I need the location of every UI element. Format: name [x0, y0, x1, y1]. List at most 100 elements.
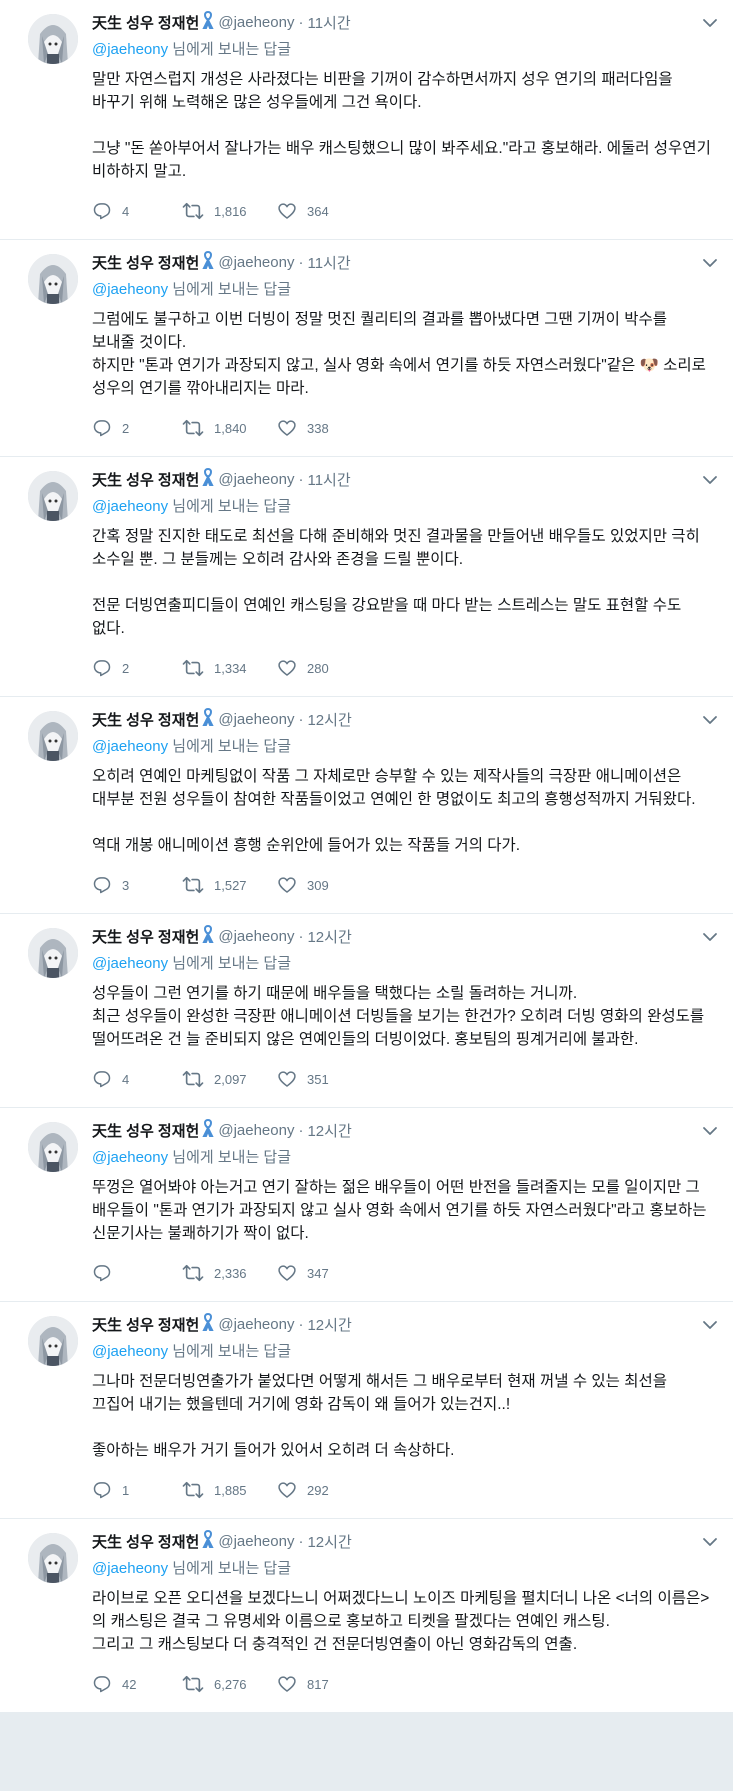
reply-button[interactable]: 3 — [92, 875, 182, 895]
chevron-down-icon[interactable] — [701, 14, 719, 32]
tweet-time[interactable]: 12시간 — [307, 709, 351, 730]
tweet-time[interactable]: 11시간 — [307, 252, 350, 273]
avatar[interactable] — [28, 711, 78, 761]
reply-mention-link[interactable]: @jaeheony — [92, 1560, 168, 1577]
retweet-button[interactable]: 1,840 — [182, 418, 277, 438]
tweet-time[interactable]: 12시간 — [307, 1531, 351, 1552]
tweet-time[interactable]: 12시간 — [307, 1120, 351, 1141]
like-button[interactable]: 351 — [277, 1069, 367, 1089]
avatar[interactable] — [28, 1316, 78, 1366]
reply-icon — [93, 1676, 111, 1693]
like-count: 338 — [307, 420, 329, 436]
retweet-button[interactable]: 2,097 — [182, 1069, 277, 1089]
reply-mention-link[interactable]: @jaeheony — [92, 955, 168, 972]
reply-count: 4 — [122, 1071, 130, 1087]
reply-mention-link[interactable]: @jaeheony — [92, 41, 168, 58]
user-handle[interactable]: @jaeheony — [218, 254, 294, 271]
reply-mention-link[interactable]: @jaeheony — [92, 738, 168, 755]
heart-icon — [278, 203, 296, 219]
tweet-text: 라이브로 오픈 오디션을 보겠다느니 어쩌겠다느니 노이즈 마케팅을 펼치더니 … — [92, 1590, 710, 1653]
retweet-button[interactable]: 1,816 — [182, 201, 277, 221]
like-button[interactable]: 338 — [277, 418, 367, 438]
tweet-time[interactable]: 12시간 — [307, 926, 351, 947]
tweet[interactable]: 天生 성우 정재헌 @jaeheony · 11시간 @jaeheony 님에게… — [0, 0, 733, 240]
chevron-down-icon[interactable] — [701, 1316, 719, 1334]
avatar[interactable] — [28, 1533, 78, 1583]
chevron-down-icon[interactable] — [701, 928, 719, 946]
chevron-down-icon[interactable] — [701, 711, 719, 729]
retweet-button[interactable]: 1,527 — [182, 875, 277, 895]
tweet[interactable]: 天生 성우 정재헌 @jaeheony · 11시간 @jaeheony 님에게… — [0, 457, 733, 697]
tweet-time[interactable]: 12시간 — [307, 1314, 351, 1335]
chevron-down-icon[interactable] — [701, 1122, 719, 1140]
reply-context: @jaeheony 님에게 보내는 답글 — [92, 38, 713, 60]
user-handle[interactable]: @jaeheony — [218, 1533, 294, 1550]
reply-button[interactable]: 4 — [92, 1069, 182, 1089]
user-name[interactable]: 天生 성우 정재헌 — [92, 926, 199, 947]
user-handle[interactable]: @jaeheony — [218, 471, 294, 488]
retweet-count: 1,816 — [214, 203, 247, 219]
like-button[interactable]: 292 — [277, 1480, 367, 1500]
ribbon-icon — [202, 467, 214, 490]
tweet[interactable]: 天生 성우 정재헌 @jaeheony · 11시간 @jaeheony 님에게… — [0, 240, 733, 457]
tweet[interactable]: 天生 성우 정재헌 @jaeheony · 12시간 @jaeheony 님에게… — [0, 1108, 733, 1302]
like-button[interactable]: 309 — [277, 875, 367, 895]
user-name[interactable]: 天生 성우 정재헌 — [92, 1120, 199, 1141]
retweet-button[interactable]: 1,885 — [182, 1480, 277, 1500]
user-handle[interactable]: @jaeheony — [218, 1122, 294, 1139]
user-name[interactable]: 天生 성우 정재헌 — [92, 469, 199, 490]
tweet-text: 말만 자연스럽지 개성은 사라졌다는 비판을 기꺼이 감수하면서까지 성우 연기… — [92, 71, 711, 180]
like-button[interactable]: 280 — [277, 658, 367, 678]
avatar[interactable] — [28, 1122, 78, 1172]
avatar[interactable] — [28, 254, 78, 304]
tweet-time[interactable]: 11시간 — [307, 469, 350, 490]
reply-mention-link[interactable]: @jaeheony — [92, 281, 168, 298]
retweet-button[interactable]: 2,336 — [182, 1263, 277, 1283]
user-name[interactable]: 天生 성우 정재헌 — [92, 1531, 199, 1552]
tweet-header: 天生 성우 정재헌 @jaeheony · 11시간 — [92, 467, 713, 491]
reply-mention-link[interactable]: @jaeheony — [92, 1343, 168, 1360]
tweet-actions: 2 1,334 280 — [92, 650, 713, 696]
avatar[interactable] — [28, 471, 78, 521]
tweet-text: 뚜껑은 열어봐야 아는거고 연기 잘하는 젊은 배우들이 어떤 반전을 들려줄지… — [92, 1179, 711, 1242]
avatar[interactable] — [28, 928, 78, 978]
reply-button[interactable]: 4 — [92, 201, 182, 221]
separator-dot: · — [298, 253, 304, 271]
chevron-down-icon[interactable] — [701, 471, 719, 489]
retweet-button[interactable]: 6,276 — [182, 1674, 277, 1694]
user-name[interactable]: 天生 성우 정재헌 — [92, 709, 199, 730]
like-button[interactable]: 364 — [277, 201, 367, 221]
user-name[interactable]: 天生 성우 정재헌 — [92, 252, 199, 273]
tweet-time[interactable]: 11시간 — [307, 12, 350, 33]
tweet-actions: 4 2,097 351 — [92, 1061, 713, 1107]
chevron-down-icon[interactable] — [701, 1533, 719, 1551]
reply-mention-link[interactable]: @jaeheony — [92, 498, 168, 515]
reply-button[interactable] — [92, 1263, 182, 1283]
user-handle[interactable]: @jaeheony — [218, 1316, 294, 1333]
like-button[interactable]: 347 — [277, 1263, 367, 1283]
tweet[interactable]: 天生 성우 정재헌 @jaeheony · 12시간 @jaeheony 님에게… — [0, 914, 733, 1108]
reply-context: @jaeheony 님에게 보내는 답글 — [92, 952, 713, 974]
chevron-down-icon[interactable] — [701, 254, 719, 272]
tweet[interactable]: 天生 성우 정재헌 @jaeheony · 12시간 @jaeheony 님에게… — [0, 1302, 733, 1519]
reply-button[interactable]: 42 — [92, 1674, 182, 1694]
like-button[interactable]: 817 — [277, 1674, 367, 1694]
retweet-button[interactable]: 1,334 — [182, 658, 277, 678]
tweet[interactable]: 天生 성우 정재헌 @jaeheony · 12시간 @jaeheony 님에게… — [0, 1519, 733, 1713]
reply-button[interactable]: 1 — [92, 1480, 182, 1500]
reply-button[interactable]: 2 — [92, 418, 182, 438]
reply-context-label: 님에게 보내는 답글 — [168, 1343, 292, 1360]
tweet[interactable]: 天生 성우 정재헌 @jaeheony · 12시간 @jaeheony 님에게… — [0, 697, 733, 914]
retweet-count: 1,885 — [214, 1482, 247, 1498]
user-name[interactable]: 天生 성우 정재헌 — [92, 1314, 199, 1335]
user-handle[interactable]: @jaeheony — [218, 711, 294, 728]
like-count: 347 — [307, 1265, 329, 1281]
user-handle[interactable]: @jaeheony — [218, 14, 294, 31]
reply-mention-link[interactable]: @jaeheony — [92, 1149, 168, 1166]
ribbon-icon — [202, 1312, 214, 1335]
retweet-count: 6,276 — [214, 1676, 247, 1692]
avatar[interactable] — [28, 14, 78, 64]
user-handle[interactable]: @jaeheony — [218, 928, 294, 945]
user-name[interactable]: 天生 성우 정재헌 — [92, 12, 199, 33]
reply-button[interactable]: 2 — [92, 658, 182, 678]
